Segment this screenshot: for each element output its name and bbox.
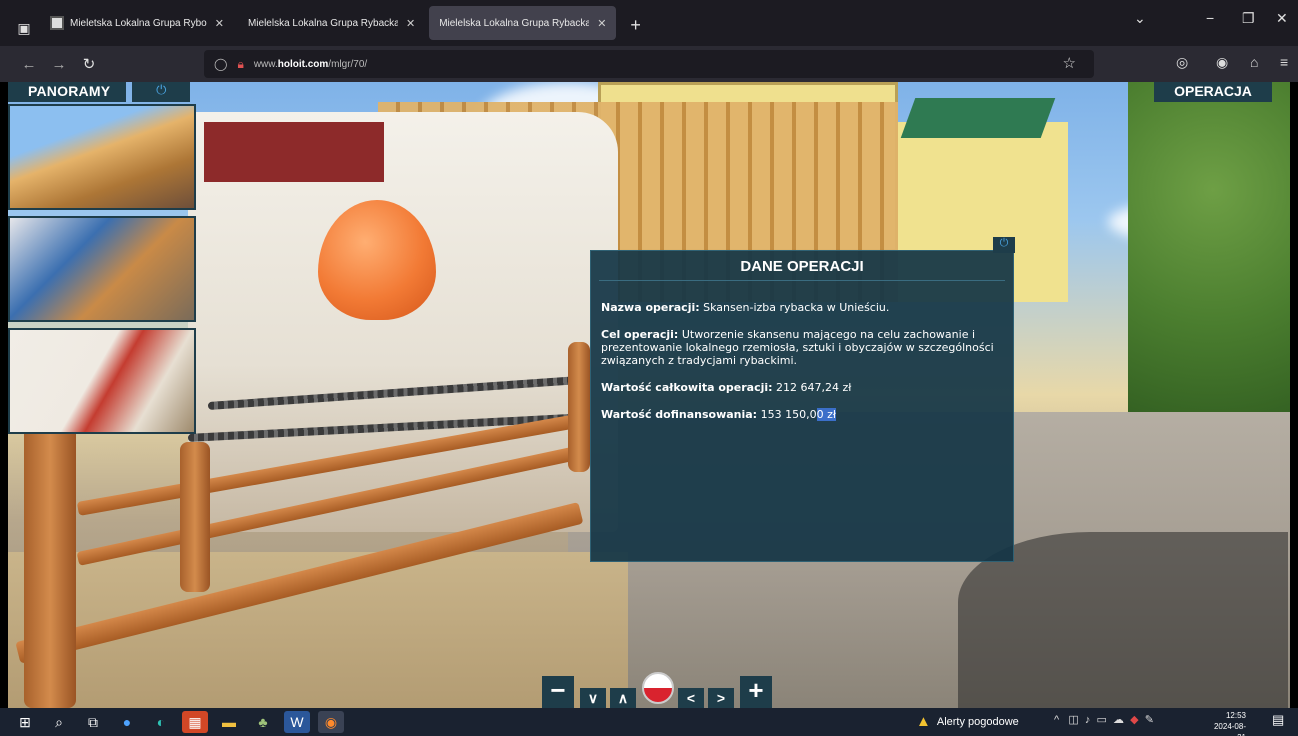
chevron-down-icon[interactable]: ⌄ [1134,10,1146,27]
app-icon[interactable]: ♣ [250,711,276,733]
favicon-icon [50,16,64,30]
url-prefix: www. [253,58,278,70]
reload-icon[interactable]: ↻ [74,55,104,73]
green-roof [900,98,1056,138]
clock-time: 12:53 [1225,711,1246,720]
tab-1[interactable]: Mieletska Lokalna Grupa Rybo ✕ [40,6,234,40]
url-path: /mlgr/70/ [328,58,368,70]
new-tab-button[interactable]: + [620,15,651,36]
panoramas-title[interactable]: PANORAMY [8,82,127,102]
onedrive-icon[interactable]: ☁ [1113,714,1124,726]
powerpoint-icon[interactable]: ▦ [182,711,208,733]
tab-2[interactable]: Mielelska Lokalna Grupa Rybacka ✕ [238,6,425,40]
polish-flag-icon[interactable] [642,672,674,704]
pen-icon[interactable]: ✎ [1145,714,1154,726]
close-window-icon[interactable]: ✕ [1276,10,1288,27]
search-icon[interactable]: ⌕ [46,711,72,733]
clock-date: 2024-08-21 [1213,722,1246,736]
panorama-thumbnail-1[interactable] [8,104,196,210]
firefox-icon[interactable]: ◉ [318,711,344,733]
dialog-title: DANE OPERACJI [599,251,1005,281]
forward-icon[interactable]: → [44,56,74,73]
battery-icon[interactable]: ▭ [1097,714,1107,726]
shield-icon[interactable]: ◯ [214,57,227,71]
tab-label: Mielelska Lokalna Grupa Rybacka [439,17,590,29]
dialog-power-icon[interactable]: ⏻ [993,237,1015,253]
field-label: Cel operacji: [601,328,679,341]
operation-goal-row: Cel operacji: Utworzenie skansenu mające… [601,328,1003,367]
tab-label: Mieletska Lokalna Grupa Rybo [70,17,207,29]
panorama-controls: − ∨ ∧ < > + [542,672,774,708]
windows-start-icon[interactable]: ⊞ [12,711,38,733]
chrome-icon[interactable]: ● [114,711,140,733]
weather-label: Alerty pogodowe [936,715,1019,728]
look-down-button[interactable]: ∨ [580,688,606,708]
operation-name-row: Nazwa operacji: Skansen-izba rybacka w U… [601,301,1003,314]
restore-icon[interactable]: ❐ [1242,10,1255,27]
field-label: Wartość dofinansowania: [601,408,758,421]
tab-3-active[interactable]: Mielelska Lokalna Grupa Rybacka ✕ [429,6,617,40]
boat-red-panel [204,122,384,182]
fence-post [24,422,76,708]
look-up-button[interactable]: ∧ [610,688,636,708]
antivirus-icon[interactable]: ◆ [1130,714,1138,726]
zoom-in-button[interactable]: + [740,676,772,708]
look-left-button[interactable]: < [678,688,704,708]
field-label: Wartość całkowita operacji: [601,381,773,394]
fence-post [568,342,590,472]
panorama-thumbnail-3[interactable] [8,328,196,434]
panorama-thumbnail-2[interactable] [8,216,196,322]
browser-nav-bar: ← → ↻ ◯ 🔒︎ www. holoit.com /mlgr/70/ ☆ ◎… [0,46,1298,82]
file-explorer-icon[interactable]: ▬ [216,711,242,733]
warning-icon: ▲ [916,713,931,730]
back-icon[interactable]: ← [14,56,44,73]
field-value: Skansen-izba rybacka w Unieściu. [699,301,890,314]
lock-icon[interactable]: 🔒︎ [237,57,243,72]
minimize-icon[interactable]: − [1206,10,1214,26]
system-tray[interactable]: ^ ◫ ♪ ▭ ☁ ◆ ✎ [1054,713,1154,726]
home-icon[interactable]: ⌂ [1250,54,1258,70]
weather-widget[interactable]: ▲ Alerty pogodowe [916,713,1019,730]
notifications-icon[interactable]: ▤ [1272,712,1284,728]
funding-value-row: Wartość dofinansowania: 153 150,00 zł [601,408,1003,421]
url-bar[interactable]: ◯ 🔒︎ www. holoit.com /mlgr/70/ [204,50,1094,78]
tab-list-icon[interactable]: ▣ [8,10,40,46]
dialog-body: Nazwa operacji: Skansen-izba rybacka w U… [591,281,1013,421]
trees [1128,82,1290,442]
field-value: 212 647,24 zł [772,381,852,394]
edge-icon[interactable]: ◐ [148,711,174,733]
clock[interactable]: 12:53 2024-08-21 [1206,710,1246,736]
volume-icon[interactable]: ♪ [1085,714,1091,726]
chevron-up-icon[interactable]: ^ [1054,714,1059,726]
field-value: 153 150,0 [757,408,817,421]
tab-close-icon[interactable]: ✕ [597,17,606,30]
extension-icon[interactable]: ◉ [1216,54,1228,71]
network-icon[interactable]: ◫ [1068,714,1078,726]
tab-close-icon[interactable]: ✕ [215,17,224,30]
operation-button[interactable]: OPERACJA [1154,82,1272,102]
word-icon[interactable]: W [284,711,310,733]
power-icon[interactable]: ⏻ [132,82,191,102]
operation-details-dialog: ⏻ DANE OPERACJI Nazwa operacji: Skansen-… [590,237,1015,562]
field-label: Nazwa operacji: [601,301,700,314]
selected-text: 0 zł [816,408,836,421]
url-host: holoit.com [277,58,329,70]
screen: ▣ Mieletska Lokalna Grupa Rybo ✕ Mielels… [0,0,1298,736]
fence-post [180,442,210,592]
tab-label: Mielelska Lokalna Grupa Rybacka [247,17,398,29]
zoom-out-button[interactable]: − [542,676,574,708]
bookmark-star-icon[interactable]: ☆ [1063,54,1076,72]
menu-icon[interactable]: ≡ [1280,54,1288,70]
browser-tab-bar: ▣ Mieletska Lokalna Grupa Rybo ✕ Mielels… [0,0,1298,46]
task-view-icon[interactable]: ⧉ [80,711,106,733]
total-value-row: Wartość całkowita operacji: 212 647,24 z… [601,381,1003,394]
pocket-icon[interactable]: ◎ [1176,54,1188,71]
look-right-button[interactable]: > [708,688,734,708]
tab-close-icon[interactable]: ✕ [406,17,415,30]
panoramas-header: PANORAMY ⏻ [8,82,194,102]
